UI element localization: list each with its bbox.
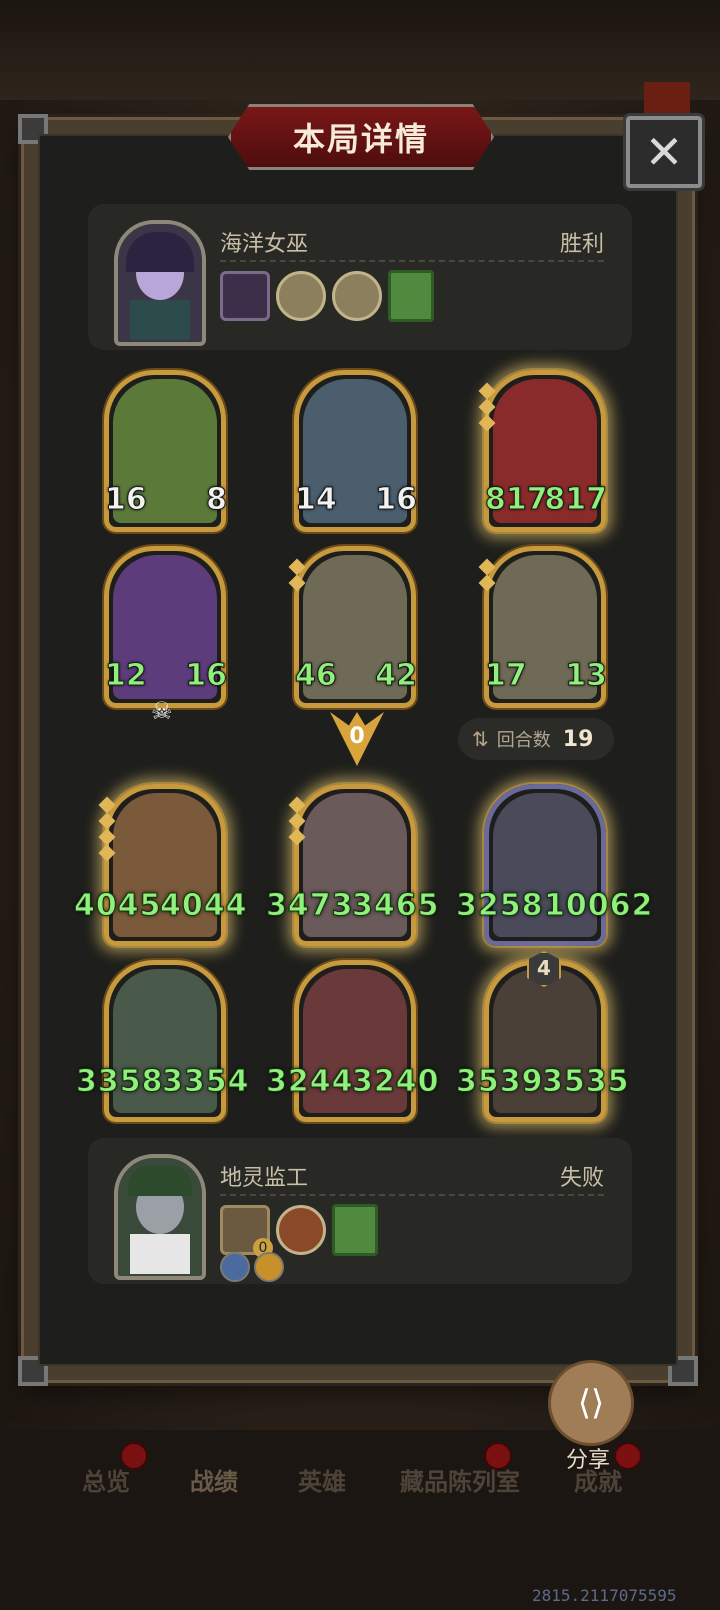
tab-heroes[interactable]: 英雄 bbox=[298, 1462, 346, 1497]
minion-card[interactable]: 12 16 ☠ bbox=[104, 546, 228, 725]
minion-card[interactable]: 46 42 bbox=[288, 546, 418, 708]
health-value: 817 bbox=[544, 482, 608, 518]
barrel-icon[interactable]: 0 bbox=[220, 1205, 273, 1258]
swords-icon[interactable] bbox=[220, 1252, 250, 1282]
player-avatar[interactable] bbox=[114, 1154, 206, 1280]
share-label: 分享 bbox=[566, 1448, 611, 1473]
share-button[interactable]: ⟨⟩ bbox=[548, 1360, 634, 1446]
player-buffs bbox=[220, 1252, 284, 1282]
skull-icon: ☠ bbox=[151, 697, 173, 725]
health-value: 16 bbox=[185, 658, 228, 694]
health-value: 3465 bbox=[352, 888, 440, 924]
top-wood-strip bbox=[0, 0, 720, 100]
player-name: 地灵监工 bbox=[220, 1166, 309, 1191]
attack-value: 4045 bbox=[74, 888, 162, 924]
attack-value: 817 bbox=[485, 482, 549, 518]
turn-count: ⇅ 回合数 19 bbox=[458, 718, 614, 760]
winner-player-card: 海洋女巫 胜利 bbox=[88, 204, 632, 350]
attack-value: 3244 bbox=[266, 1064, 354, 1100]
notification-dot bbox=[120, 1442, 148, 1470]
health-value: 10062 bbox=[543, 888, 654, 924]
minion-card[interactable]: 17 13 bbox=[478, 546, 608, 708]
attack-value: 3539 bbox=[456, 1064, 544, 1100]
health-value: 3535 bbox=[542, 1064, 630, 1100]
health-value: 3354 bbox=[162, 1064, 250, 1100]
minion-card[interactable]: 14 16 bbox=[294, 370, 418, 532]
health-value: 13 bbox=[565, 658, 608, 694]
tab-overview[interactable]: 总览 bbox=[82, 1462, 130, 1497]
scroll-coin-icon[interactable] bbox=[276, 1205, 326, 1255]
loser-player-card: 地灵监工 失败 0 bbox=[88, 1138, 632, 1284]
close-icon: ✕ bbox=[644, 125, 684, 179]
minion-card[interactable]: 16 8 bbox=[104, 370, 228, 532]
notification-dot bbox=[484, 1442, 512, 1470]
health-value: 3240 bbox=[352, 1064, 440, 1100]
player-items bbox=[220, 270, 434, 322]
health-value: 8 bbox=[206, 482, 228, 518]
health-value: 4044 bbox=[160, 888, 248, 924]
golden-stars bbox=[478, 382, 496, 432]
attack-value: 3358 bbox=[76, 1064, 164, 1100]
turn-count-value: 19 bbox=[562, 726, 594, 752]
title-plate: 本局详情 bbox=[228, 104, 494, 170]
match-result: 胜利 bbox=[559, 232, 604, 257]
health-value: 16 bbox=[375, 482, 418, 518]
notification-dot bbox=[614, 1442, 642, 1470]
minion-card[interactable]: 817 817 bbox=[478, 370, 608, 532]
fist-icon[interactable] bbox=[254, 1252, 284, 1282]
player-avatar[interactable] bbox=[114, 220, 206, 346]
book-icon[interactable] bbox=[332, 1204, 378, 1256]
attack-value: 3258 bbox=[456, 888, 544, 924]
match-result: 失败 bbox=[559, 1166, 604, 1191]
health-value: 42 bbox=[375, 658, 418, 694]
player-name: 海洋女巫 bbox=[220, 232, 309, 257]
attack-value: 17 bbox=[485, 658, 528, 694]
dragon-coin-icon[interactable] bbox=[276, 271, 326, 321]
attack-value: 16 bbox=[105, 482, 148, 518]
share-icon: ⟨⟩ bbox=[577, 1383, 605, 1423]
tab-records[interactable]: 战绩 bbox=[190, 1462, 238, 1497]
attack-value: 3473 bbox=[266, 888, 354, 924]
book-icon[interactable] bbox=[388, 270, 434, 322]
turn-count-label: 回合数 bbox=[496, 730, 551, 751]
player-items: 0 bbox=[220, 1204, 378, 1258]
flag-decoration bbox=[644, 82, 690, 116]
map-coin-icon[interactable] bbox=[332, 271, 382, 321]
attack-value: 46 bbox=[295, 658, 338, 694]
coordinate-readout: 2815.2117075595 bbox=[532, 1586, 677, 1605]
page-title: 本局详情 bbox=[292, 120, 429, 158]
bottom-nav bbox=[0, 1430, 720, 1610]
attack-value: 14 bbox=[295, 482, 338, 518]
attack-value: 12 bbox=[105, 658, 148, 694]
relic-icon[interactable] bbox=[220, 271, 270, 321]
swap-icon: ⇅ bbox=[472, 727, 489, 751]
close-button[interactable]: ✕ bbox=[626, 116, 702, 188]
